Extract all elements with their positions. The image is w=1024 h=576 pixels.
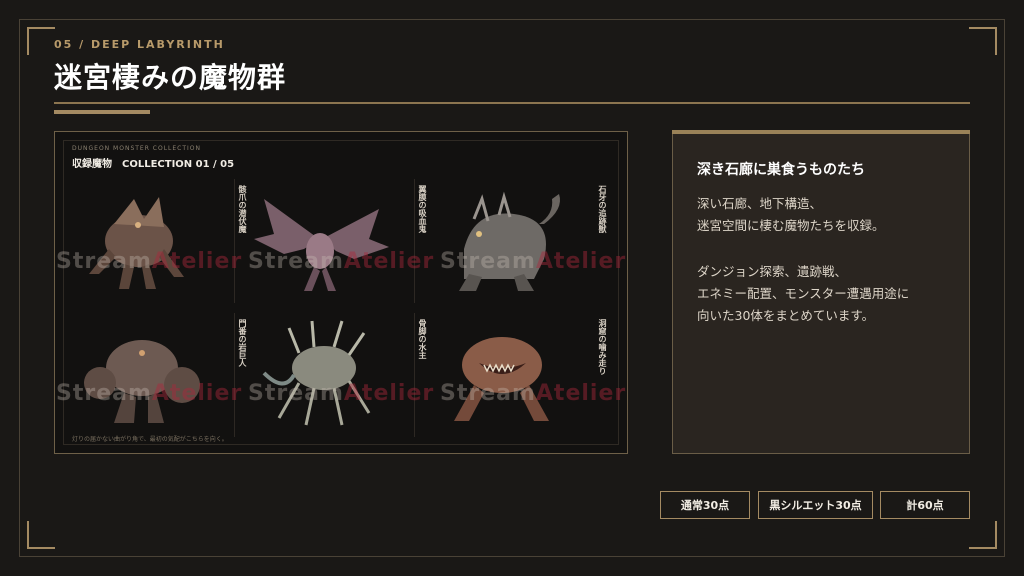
winged-bat-demon-icon [254, 199, 389, 291]
bone-crawler-icon [262, 320, 371, 426]
monster-label-6: 洞窟の噛み走り [598, 319, 607, 375]
watermark-1: StreamAtelier [56, 249, 243, 274]
panel-text-line: 迷宮空間に棲む魔物たちを収録。 [697, 218, 885, 233]
panel-paragraph-2: ダンジョン探索、遺跡戦、 エネミー配置、モンスター遭遇用途に 向いた30体をまと… [697, 261, 909, 327]
clawed-ghoul-icon [89, 197, 184, 289]
panel-text-line: エネミー配置、モンスター遭遇用途に [697, 286, 910, 301]
gallery-inner-frame: DUNGEON MONSTER COLLECTION 収録魔物 COLLECTIO… [56, 140, 625, 445]
watermark-5: StreamAtelier [248, 381, 435, 406]
title-divider [54, 102, 970, 104]
chip-total-count: 計60点 [880, 491, 970, 519]
monster-cell-6: 洞窟の噛み走り [424, 313, 607, 437]
gallery-collection-label: COLLECTION 01 / 05 [122, 159, 235, 170]
monster-cell-2: 翼膜の吸血鬼 [244, 179, 427, 303]
corner-bracket-top-left [27, 27, 55, 55]
watermark-4: StreamAtelier [56, 381, 243, 406]
panel-paragraph-1: 深い石廊、地下構造、 迷宮空間に棲む魔物たちを収録。 [697, 193, 885, 237]
monster-cell-3: 石牙の追跡獣 [424, 179, 607, 303]
page-title: 迷宮棲みの魔物群 [54, 61, 287, 94]
gallery-subtitle: DUNGEON MONSTER COLLECTION [72, 145, 202, 152]
section-kicker: 05 / DEEP LABYRINTH [54, 38, 225, 51]
monster-cell-5: 骨脚の水主 [244, 313, 427, 437]
corner-bracket-bottom-right [969, 521, 997, 549]
chip-silhouette-count: 黒シルエット30点 [758, 491, 873, 519]
monster-label-3: 石牙の追跡獣 [598, 185, 607, 233]
panel-text-line: 深い石廊、地下構造、 [697, 196, 823, 211]
watermark-2: StreamAtelier [248, 249, 435, 274]
title-accent-bar [54, 110, 150, 114]
gallery-footer-caption: 灯りの届かない曲がり角で、最初の気配がこちらを向く。 [72, 436, 228, 443]
stone-beast-icon [459, 191, 560, 291]
gallery-heading: 収録魔物 COLLECTION 01 / 05 [72, 155, 234, 170]
watermark-6: StreamAtelier [440, 381, 627, 406]
rock-golem-icon [84, 340, 200, 423]
monster-cell-1: 骸爪の潜伏魔 [64, 179, 247, 303]
fanged-toad-icon [454, 337, 549, 421]
corner-bracket-top-right [969, 27, 997, 55]
chip-normal-count: 通常30点 [660, 491, 750, 519]
panel-text-line: 向いた30体をまとめています。 [697, 308, 875, 323]
panel-accent-bar [672, 130, 970, 134]
corner-bracket-bottom-left [27, 521, 55, 549]
gallery-heading-label: 収録魔物 [72, 159, 112, 170]
monster-cell-4: 門番の岩巨人 [64, 313, 247, 437]
description-panel: 深き石廊に巣食うものたち 深い石廊、地下構造、 迷宮空間に棲む魔物たちを収録。 … [672, 130, 970, 454]
panel-text-line: ダンジョン探索、遺跡戦、 [697, 264, 848, 279]
watermark-3: StreamAtelier [440, 249, 627, 274]
panel-heading: 深き石廊に巣食うものたち [697, 162, 865, 178]
monster-gallery-image[interactable]: DUNGEON MONSTER COLLECTION 収録魔物 COLLECTIO… [54, 131, 628, 454]
